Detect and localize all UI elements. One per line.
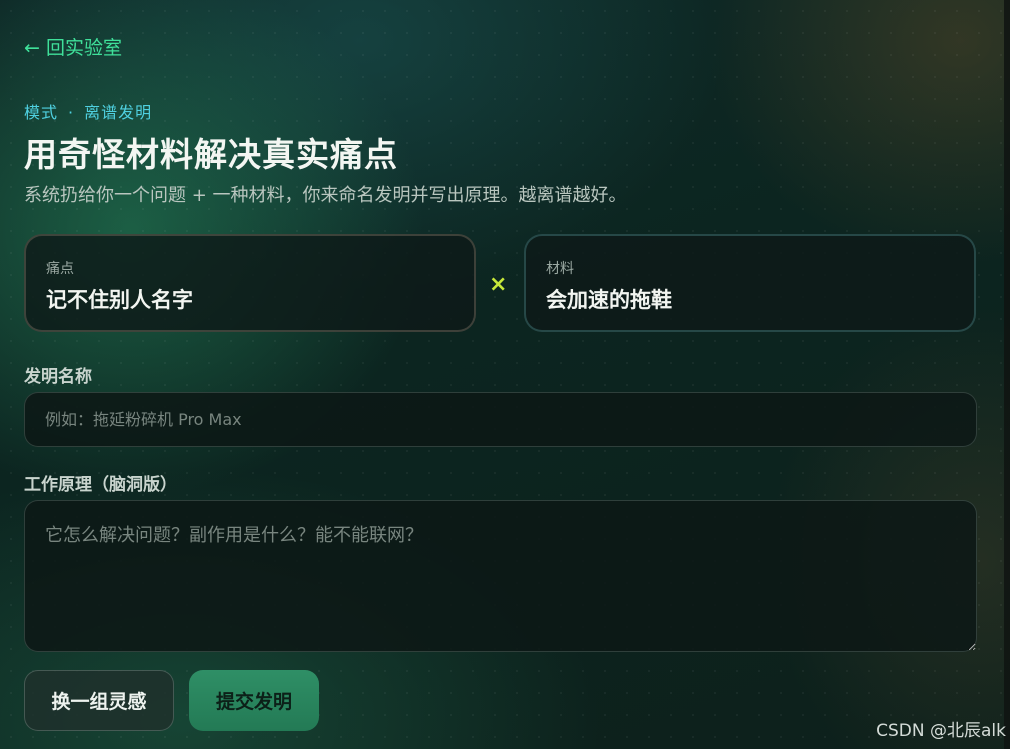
invention-name-input[interactable] xyxy=(24,392,977,447)
mode-prefix: 模式 xyxy=(24,103,59,122)
principle-textarea[interactable] xyxy=(24,500,977,652)
principle-label: 工作原理（脑洞版） xyxy=(24,475,177,495)
material-label: 材料 xyxy=(546,261,574,277)
pain-point-label: 痛点 xyxy=(46,261,74,277)
page-subtitle: 系统扔给你一个问题 + 一种材料，你来命名发明并写出原理。越离谱越好。 xyxy=(24,185,627,206)
mode-indicator: 模式 · 离谱发明 xyxy=(24,99,152,123)
pain-point-card: 痛点 记不住别人名字 xyxy=(24,234,476,332)
submit-invention-button[interactable]: 提交发明 xyxy=(189,670,319,731)
pain-point-value: 记不住别人名字 xyxy=(46,288,193,312)
csdn-watermark: CSDN @北辰alk xyxy=(876,721,1006,741)
shuffle-inspiration-button[interactable]: 换一组灵感 xyxy=(24,670,174,731)
material-card: 材料 会加速的拖鞋 xyxy=(524,234,976,332)
back-to-lab-link[interactable]: ← 回实验室 xyxy=(24,33,122,60)
mode-name: 离谱发明 xyxy=(84,103,153,122)
invention-name-label: 发明名称 xyxy=(24,367,92,387)
page-title: 用奇怪材料解决真实痛点 xyxy=(24,135,398,174)
scrollbar-track[interactable] xyxy=(1004,0,1010,749)
material-value: 会加速的拖鞋 xyxy=(546,288,672,312)
mode-separator: · xyxy=(68,103,75,122)
times-icon: × xyxy=(489,272,508,297)
